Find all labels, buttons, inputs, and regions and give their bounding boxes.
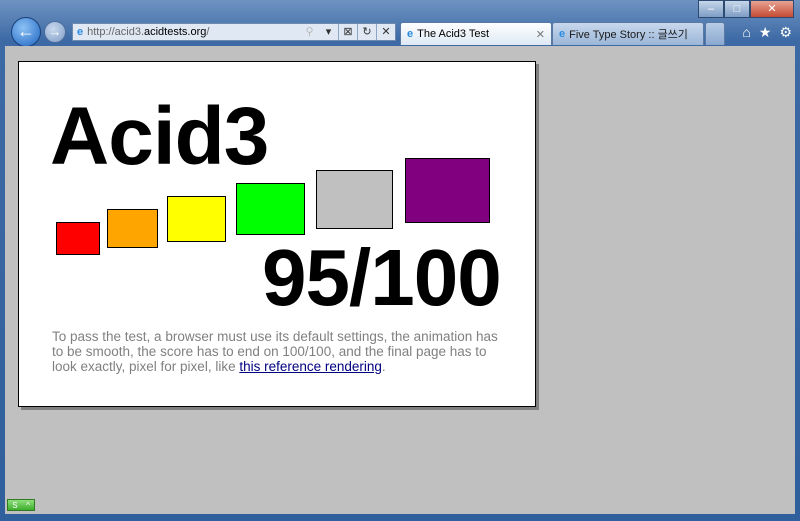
reference-rendering-link[interactable]: this reference rendering bbox=[239, 359, 382, 374]
minimize-button[interactable]: – bbox=[698, 0, 724, 18]
browser-window: – □ ✕ ← → e http://acid3. acidtests.org / … bbox=[0, 0, 800, 521]
description-end: . bbox=[381, 359, 386, 374]
ie-icon: e bbox=[407, 28, 414, 40]
url-prefix: http://acid3. bbox=[87, 26, 144, 38]
tab-five-type-story[interactable]: e Five Type Story :: 글쓰기 bbox=[552, 22, 704, 45]
status-addon-button[interactable]: S ^ bbox=[7, 499, 35, 511]
description: To pass the test, a browser must use its… bbox=[52, 329, 512, 374]
box-yellow bbox=[167, 196, 226, 242]
ie-icon: e bbox=[559, 28, 566, 40]
close-window-button[interactable]: ✕ bbox=[750, 0, 794, 18]
gear-icon[interactable]: ⚙ bbox=[779, 24, 792, 41]
home-icon[interactable]: ⌂ bbox=[742, 24, 750, 41]
s-icon: S bbox=[12, 500, 18, 510]
new-tab-button[interactable] bbox=[705, 22, 725, 45]
dropdown-icon[interactable]: ▾ bbox=[319, 24, 338, 40]
tab-label: The Acid3 Test bbox=[417, 28, 490, 40]
box-lime bbox=[236, 183, 305, 235]
maximize-button[interactable]: □ bbox=[724, 0, 750, 18]
acid3-page: Acid3 95/100 To pass the test, a browser… bbox=[18, 61, 536, 407]
ie-icon: e bbox=[77, 26, 84, 38]
search-icon[interactable]: ⚲ bbox=[300, 24, 319, 40]
favorites-star-icon[interactable]: ★ bbox=[759, 24, 772, 41]
compat-view-icon[interactable]: ⊠ bbox=[338, 24, 357, 40]
box-orange bbox=[107, 209, 158, 248]
tab-label: Five Type Story :: 글쓰기 bbox=[569, 29, 688, 41]
address-bar[interactable]: e http://acid3. acidtests.org / ⚲ ▾ ⊠ ↻ ✕ bbox=[72, 23, 396, 41]
back-button[interactable]: ← bbox=[11, 17, 41, 47]
tab-acid3[interactable]: e The Acid3 Test ✕ bbox=[400, 22, 552, 45]
close-tab-icon[interactable]: ✕ bbox=[536, 28, 545, 41]
page-title: Acid3 bbox=[50, 91, 269, 182]
box-purple bbox=[405, 158, 490, 223]
box-silver bbox=[316, 170, 393, 229]
url-suffix: / bbox=[206, 26, 210, 38]
refresh-icon[interactable]: ↻ bbox=[357, 24, 376, 40]
stop-icon[interactable]: ✕ bbox=[376, 24, 395, 40]
content-viewport: Acid3 95/100 To pass the test, a browser… bbox=[5, 46, 795, 514]
forward-button[interactable]: → bbox=[44, 21, 66, 43]
window-controls: – □ ✕ bbox=[698, 0, 794, 18]
score: 95/100 bbox=[262, 233, 502, 322]
box-red bbox=[56, 222, 100, 255]
url-domain: acidtests.org bbox=[144, 26, 207, 38]
caret-up-icon: ^ bbox=[26, 500, 30, 510]
